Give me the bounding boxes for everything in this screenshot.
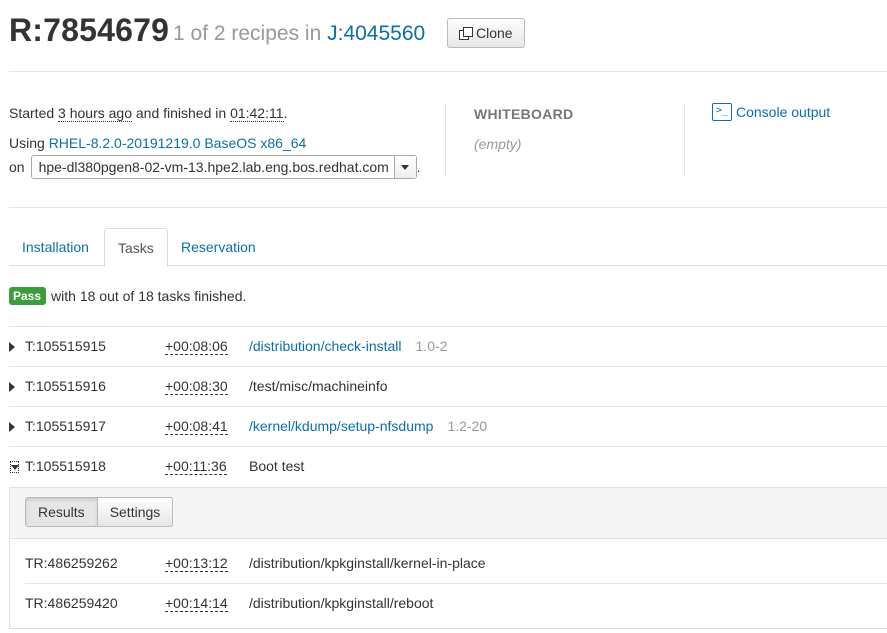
task-name: /test/misc/machineinfo xyxy=(249,378,388,394)
result-row: TR:486259262 +00:13:12 /distribution/kpk… xyxy=(25,544,887,584)
settings-button[interactable]: Settings xyxy=(97,497,174,527)
caret-right-icon[interactable] xyxy=(9,422,15,432)
divider xyxy=(684,103,685,177)
status-text: with 18 out of 18 tasks finished. xyxy=(51,288,247,304)
terminal-icon: >_ xyxy=(712,103,732,121)
results-button[interactable]: Results xyxy=(25,497,98,527)
clone-label: Clone xyxy=(476,25,513,41)
task-row-expanded[interactable]: T:105515918 +00:11:36 Boot test xyxy=(9,446,887,486)
recipe-tabs: Installation Tasks Reservation xyxy=(9,228,887,267)
task-status: Pass with 18 out of 18 tasks finished. xyxy=(9,287,246,305)
whiteboard-label: WHITEBOARD xyxy=(474,106,574,122)
task-version: 1.0-2 xyxy=(415,338,448,354)
system-value: hpe-dl380pgen8-02-vm-13.hpe2.lab.eng.bos… xyxy=(38,159,389,175)
started-ago[interactable]: 3 hours ago xyxy=(58,105,132,122)
task-results-panel: Results Settings TR:486259262 +00:13:12 … xyxy=(9,487,887,629)
task-row[interactable]: T:105515917 +00:08:41 /kernel/kdump/setu… xyxy=(9,406,887,446)
task-version: 1.2-20 xyxy=(447,418,488,434)
task-name: Boot test xyxy=(249,458,305,474)
divider xyxy=(445,103,446,177)
started-prefix: Started xyxy=(9,105,55,121)
recipe-subtitle: 1 of 2 recipes in J:4045560 xyxy=(173,22,425,46)
total-duration[interactable]: 01:42:11 xyxy=(230,105,284,122)
job-link[interactable]: J:4045560 xyxy=(327,22,425,45)
distro-link[interactable]: RHEL-8.2.0-20191219.0 BaseOS x86_64 xyxy=(49,135,307,151)
chevron-down-icon xyxy=(401,164,410,170)
caret-right-icon[interactable] xyxy=(9,382,15,392)
whiteboard-value[interactable]: (empty) xyxy=(474,136,521,152)
task-row[interactable]: T:105515915 +00:08:06 /distribution/chec… xyxy=(9,326,887,366)
status-badge: Pass xyxy=(9,287,47,305)
task-name-link[interactable]: /distribution/check-install xyxy=(249,338,402,354)
task-id: T:105515915 xyxy=(25,338,106,354)
result-id: TR:486259262 xyxy=(25,555,118,571)
system-select[interactable]: hpe-dl380pgen8-02-vm-13.hpe2.lab.eng.bos… xyxy=(30,155,417,179)
tab-installation[interactable]: Installation xyxy=(9,228,102,266)
timing-line: Started 3 hours ago and finished in 01:4… xyxy=(9,105,288,122)
result-row: TR:486259420 +00:14:14 /distribution/kpk… xyxy=(25,583,887,623)
results-toolbar: Results Settings xyxy=(10,488,887,539)
on-prefix: on xyxy=(9,159,25,175)
task-duration[interactable]: +00:08:06 xyxy=(165,338,228,355)
caret-down-icon[interactable] xyxy=(10,461,19,473)
console-output-label: Console output xyxy=(736,104,831,120)
results-settings-toggle: Results Settings xyxy=(25,497,174,527)
using-prefix: Using xyxy=(9,135,45,151)
result-duration[interactable]: +00:14:14 xyxy=(165,595,228,612)
console-output-link[interactable]: >_ Console output xyxy=(712,103,830,121)
result-id: TR:486259420 xyxy=(25,595,118,611)
result-name: /distribution/kpkginstall/kernel-in-plac… xyxy=(249,555,486,571)
copy-icon xyxy=(459,26,473,40)
tab-reservation[interactable]: Reservation xyxy=(168,228,269,266)
trailing-dot: . xyxy=(416,159,421,175)
tab-tasks[interactable]: Tasks xyxy=(104,228,168,267)
finished-text: and finished in xyxy=(135,105,227,121)
task-name-link[interactable]: /kernel/kdump/setup-nfsdump xyxy=(249,418,433,434)
task-id: T:105515918 xyxy=(25,458,106,474)
dropdown-toggle[interactable] xyxy=(393,156,416,178)
task-id: T:105515917 xyxy=(25,418,106,434)
task-duration[interactable]: +00:11:36 xyxy=(165,458,227,475)
recipe-header: R:7854679 1 of 2 recipes in J:4045560 Cl… xyxy=(9,10,887,72)
task-duration[interactable]: +00:08:30 xyxy=(165,378,228,395)
task-duration[interactable]: +00:08:41 xyxy=(165,418,228,435)
recipe-info: Started 3 hours ago and finished in 01:4… xyxy=(9,73,887,208)
task-id: T:105515916 xyxy=(25,378,106,394)
system-line: on hpe-dl380pgen8-02-vm-13.hpe2.lab.eng.… xyxy=(9,155,420,179)
distro-line: Using RHEL-8.2.0-20191219.0 BaseOS x86_6… xyxy=(9,135,306,151)
caret-right-icon[interactable] xyxy=(9,342,15,352)
result-name: /distribution/kpkginstall/reboot xyxy=(249,595,434,611)
subtitle-prefix: 1 of 2 recipes in xyxy=(173,22,322,45)
task-row[interactable]: T:105515916 +00:08:30 /test/misc/machine… xyxy=(9,366,887,406)
page-title: R:7854679 xyxy=(9,12,170,48)
period: . xyxy=(283,105,288,121)
clone-button[interactable]: Clone xyxy=(447,18,525,48)
result-duration[interactable]: +00:13:12 xyxy=(165,555,228,572)
